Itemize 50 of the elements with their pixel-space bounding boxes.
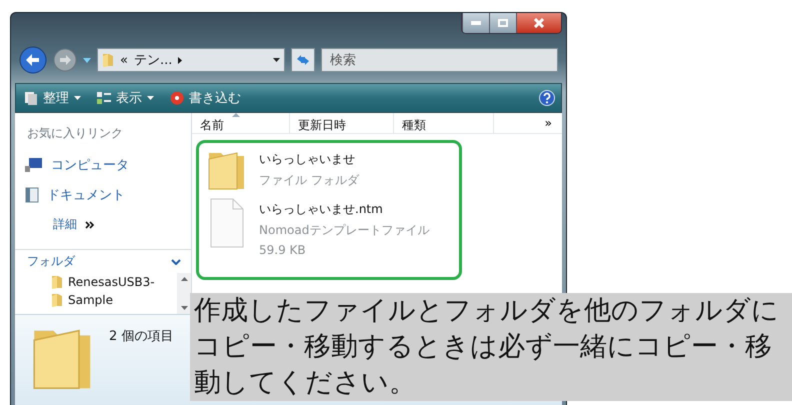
history-caret-icon[interactable]	[83, 58, 91, 62]
help-icon[interactable]	[539, 90, 555, 106]
disc-icon	[170, 91, 184, 105]
close-icon	[534, 18, 544, 28]
document-icon	[25, 187, 39, 203]
more-columns-button[interactable]: »	[494, 113, 562, 133]
minimize-button[interactable]	[462, 13, 489, 33]
favorite-link[interactable]: ドキュメント	[15, 180, 191, 210]
forward-button[interactable]	[53, 48, 77, 72]
maximize-button[interactable]	[489, 13, 516, 33]
maximize-icon	[498, 19, 508, 27]
scroll-down-icon	[180, 306, 188, 310]
refresh-icon	[296, 54, 310, 66]
pages-icon	[24, 91, 38, 105]
address-bar[interactable]: « テン...	[97, 48, 285, 72]
breadcrumb-arrow-icon[interactable]	[178, 56, 182, 64]
toolbar-button[interactable]: 整理	[22, 89, 83, 107]
scroll-up-icon	[180, 277, 188, 281]
back-button[interactable]	[19, 46, 47, 74]
breadcrumb-item[interactable]: テン...	[134, 51, 172, 69]
favorite-link[interactable]: コンピュータ	[15, 150, 191, 180]
view-icon	[97, 92, 111, 104]
minimize-icon	[471, 21, 481, 25]
caret-icon	[74, 96, 81, 100]
callout-note: 作成したファイルとフォルダを他のフォルダにコピー・移動するときは必ず一緒にコピー・移動してください。	[190, 293, 792, 401]
dropdown-caret-icon[interactable]	[273, 58, 280, 62]
more-link[interactable]: 詳細	[15, 210, 191, 239]
breadcrumb-overflow[interactable]: «	[120, 52, 128, 68]
section-title: お気に入りリンク	[26, 125, 124, 142]
tree-item[interactable]: Sample	[51, 291, 177, 309]
file-item[interactable]: いらっしゃいませ.ntm Nomoadテンプレートファイル 59.9 KB	[207, 197, 451, 257]
close-button[interactable]	[516, 13, 561, 33]
folder-icon	[102, 53, 114, 67]
tree-item[interactable]: RenesasUSB3-	[51, 273, 177, 291]
scrollbar[interactable]	[177, 273, 191, 314]
column-header[interactable]: 種類	[394, 113, 494, 133]
folder-icon	[51, 275, 63, 289]
column-header[interactable]: 更新日時	[290, 113, 394, 133]
double-chevron-icon	[85, 220, 95, 228]
toolbar-button[interactable]: 書き込む	[168, 89, 243, 107]
monitor-icon	[25, 158, 43, 172]
column-header[interactable]: 名前	[192, 113, 290, 133]
folder-icon	[51, 293, 63, 307]
item-count: 2 個の項目	[109, 328, 174, 346]
file-item[interactable]: いらっしゃいませ ファイル フォルダ	[207, 147, 451, 191]
refresh-button[interactable]	[291, 48, 315, 72]
toolbar-button[interactable]: 表示	[95, 89, 156, 107]
search-field[interactable]: 検索	[321, 48, 558, 72]
caret-icon	[147, 96, 154, 100]
chevron-down-icon	[171, 258, 181, 264]
